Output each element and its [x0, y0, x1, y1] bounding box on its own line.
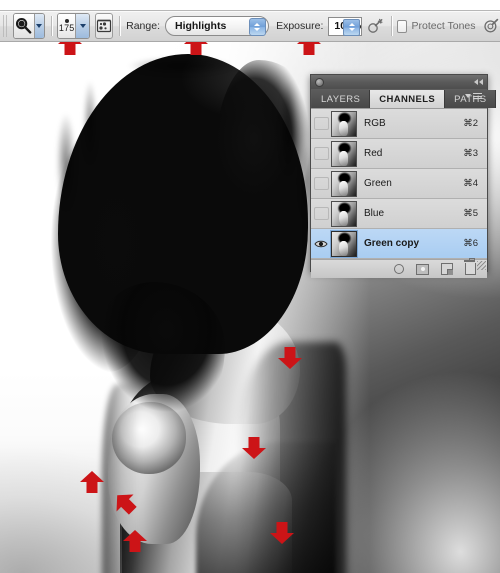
channels-panel[interactable]: LAYERS CHANNELS PATHS RGB ⌘2 Red ⌘3 Green ⌘4 B… [310, 74, 497, 278]
panel-title-bar[interactable] [311, 75, 487, 89]
channel-shortcut: ⌘5 [463, 208, 478, 219]
range-label: Range: [126, 20, 160, 32]
channel-shortcut: ⌘2 [463, 118, 478, 129]
trash-icon [464, 258, 476, 275]
dodge-tool-dropdown-arrow[interactable] [34, 14, 44, 38]
channel-thumbnail[interactable] [331, 110, 357, 137]
brush-preset-picker[interactable]: 175 [57, 13, 91, 39]
dotted-circle-icon [393, 264, 404, 274]
arrow-waist-right [239, 435, 269, 461]
eye-toggle-empty[interactable] [311, 169, 331, 199]
arrow-belly-left [120, 528, 150, 554]
arrow-ribs-diagonal [105, 483, 145, 523]
channel-thumbnail[interactable] [331, 140, 357, 167]
toggle-brush-panel-icon [96, 19, 112, 33]
channel-row[interactable]: Blue ⌘5 [311, 199, 487, 229]
channel-thumbnail[interactable] [331, 170, 357, 197]
channel-shortcut: ⌘4 [463, 178, 478, 189]
arrow-hip-right [267, 520, 297, 546]
create-new-channel-button[interactable] [440, 263, 453, 276]
chevron-down-icon [79, 24, 86, 28]
channel-row[interactable]: Green ⌘4 [311, 169, 487, 199]
eye-toggle-empty[interactable] [311, 199, 331, 229]
range-value: Highlights [174, 20, 227, 32]
arrow-to-brush-size [55, 42, 85, 57]
eye-toggle-empty[interactable] [311, 109, 331, 139]
options-divider-2 [119, 16, 121, 36]
load-channel-as-selection-button[interactable] [392, 263, 405, 276]
channel-thumbnail[interactable] [331, 230, 357, 257]
airbrush-button[interactable] [367, 14, 385, 38]
channel-shortcut: ⌘6 [463, 238, 478, 249]
protect-tones-checkbox[interactable] [397, 19, 407, 33]
exposure-input[interactable]: 100% [328, 16, 363, 36]
arrow-shoulder-right [275, 345, 305, 371]
tool-options-bar: 175 Range: Highlights Exposure: Protect … [0, 10, 500, 42]
arrow-to-range [181, 42, 211, 57]
panel-footer-toolbar[interactable] [311, 258, 487, 278]
dodge-tool-icon[interactable] [13, 14, 35, 38]
channel-name: Green [364, 178, 392, 189]
channel-name: RGB [364, 118, 386, 129]
eye-icon[interactable] [311, 229, 331, 259]
arrow-to-exposure [294, 42, 324, 57]
panel-menu-icon[interactable] [465, 93, 482, 99]
mask-icon [416, 263, 429, 275]
tab-layers[interactable]: LAYERS [312, 90, 371, 108]
options-divider-1 [50, 16, 52, 36]
brush-preset-dropdown-arrow[interactable] [75, 14, 90, 38]
toggle-brush-panel-button[interactable] [94, 13, 114, 39]
channel-name: Red [364, 148, 383, 159]
tablet-pressure-icon [484, 18, 499, 33]
channel-thumbnail[interactable] [331, 200, 357, 227]
channel-row[interactable]: RGB ⌘2 [311, 109, 487, 139]
options-divider-3 [390, 16, 392, 36]
exposure-stepper-icon[interactable] [343, 18, 361, 36]
panel-close-icon[interactable] [315, 77, 324, 87]
channel-name: Blue [364, 208, 385, 219]
range-select[interactable]: Highlights [164, 16, 269, 36]
panel-tab-strip[interactable]: LAYERS CHANNELS PATHS [311, 89, 497, 108]
delete-channel-button[interactable] [464, 258, 477, 276]
brush-size-value: 175 [58, 23, 75, 33]
channel-row[interactable]: Red ⌘3 [311, 139, 487, 169]
eye-toggle-empty[interactable] [311, 139, 331, 169]
dodge-tool-preset-picker[interactable] [12, 13, 45, 39]
arrow-breast-left [77, 469, 107, 495]
channel-list[interactable]: RGB ⌘2 Red ⌘3 Green ⌘4 Blue ⌘5 Green copy ⌘6 [311, 108, 487, 259]
photoshop-screenshot: 175 Range: Highlights Exposure: Protect … [0, 0, 500, 573]
range-stepper-icon[interactable] [248, 18, 266, 36]
panel-resize-grip[interactable] [477, 261, 486, 270]
protect-tones-label: Protect Tones [411, 20, 476, 32]
channel-row[interactable]: Green copy ⌘6 [311, 229, 487, 259]
new-page-icon [440, 263, 453, 275]
options-bar-drag-grip[interactable] [3, 15, 9, 37]
save-selection-as-channel-button[interactable] [416, 263, 429, 276]
chevron-down-icon [36, 24, 43, 28]
channel-shortcut: ⌘3 [463, 148, 478, 159]
airbrush-icon [367, 18, 383, 33]
collapse-to-icons-icon[interactable] [474, 79, 483, 85]
tablet-pressure-button[interactable] [482, 14, 500, 38]
brush-size-display[interactable]: 175 [58, 14, 76, 38]
channel-name: Green copy [364, 238, 420, 249]
tab-channels[interactable]: CHANNELS [370, 90, 446, 108]
exposure-label: Exposure: [276, 20, 324, 32]
